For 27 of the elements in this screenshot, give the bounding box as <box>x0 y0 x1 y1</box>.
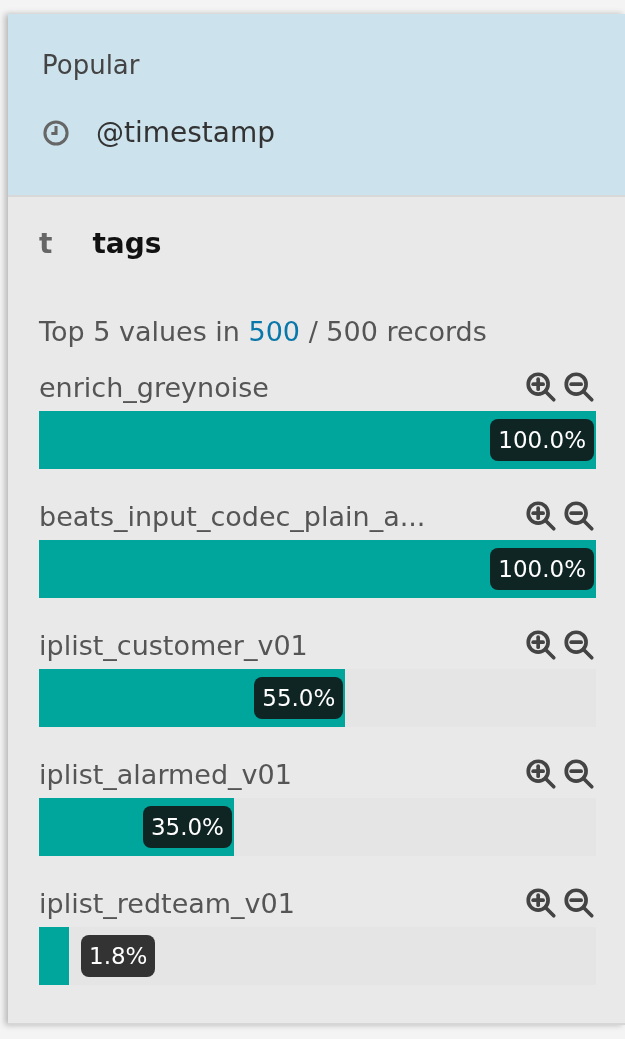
zoom-in-icon[interactable] <box>524 886 558 920</box>
value-label: beats_input_codec_plain_a... <box>39 500 426 532</box>
value-label: iplist_redteam_v01 <box>39 887 295 919</box>
zoom-in-icon[interactable] <box>524 628 558 662</box>
percent-badge: 55.0% <box>254 677 344 719</box>
clock-icon <box>42 118 70 147</box>
percent-badge: 100.0% <box>490 419 594 461</box>
field-name: tags <box>92 227 162 260</box>
value-label: iplist_customer_v01 <box>39 629 308 661</box>
count-link[interactable]: 500 <box>248 316 301 347</box>
section-title: Popular <box>42 50 140 80</box>
zoom-out-icon[interactable] <box>562 370 596 404</box>
zoom-in-icon[interactable] <box>524 757 558 791</box>
zoom-out-icon[interactable] <box>562 628 596 662</box>
zoom-out-icon[interactable] <box>562 757 596 791</box>
summary-text: Top 5 values in 500 / 500 records <box>39 316 487 347</box>
value-label: enrich_greynoise <box>39 371 269 403</box>
field-name[interactable]: @timestamp <box>96 116 276 149</box>
zoom-out-icon[interactable] <box>562 886 596 920</box>
value-label: iplist_alarmed_v01 <box>39 758 292 790</box>
type-glyph: t <box>39 227 53 260</box>
zoom-out-icon[interactable] <box>562 499 596 533</box>
percent-badge: 1.8% <box>81 935 156 977</box>
percent-badge: 35.0% <box>142 806 232 848</box>
percent-badge: 100.0% <box>490 548 594 590</box>
zoom-in-icon[interactable] <box>524 370 558 404</box>
zoom-in-icon[interactable] <box>524 499 558 533</box>
